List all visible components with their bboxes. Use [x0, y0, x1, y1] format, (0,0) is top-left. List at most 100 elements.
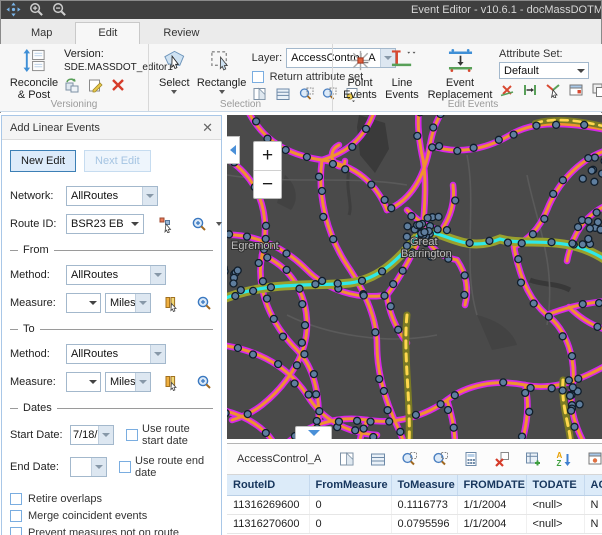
delete-version-icon[interactable]: [110, 77, 126, 93]
start-date-combo[interactable]: 7/18/: [70, 425, 114, 445]
window-title: Event Editor - v10.6.1 - docMassDOTM: [67, 4, 602, 16]
route-zoom-icon[interactable]: [191, 216, 208, 233]
reconcile-post-button[interactable]: Reconcile & Post: [6, 47, 62, 99]
delete-event-icon[interactable]: [499, 82, 515, 98]
attribute-list-icon[interactable]: [369, 450, 387, 468]
new-edit-button[interactable]: New Edit: [10, 150, 76, 172]
to-unit-combo[interactable]: Miles: [105, 372, 151, 392]
from-method-combo-arrow-icon[interactable]: [150, 266, 165, 284]
retire-overlaps-checkbox[interactable]: [10, 493, 22, 505]
select-route-on-map-icon[interactable]: [158, 216, 175, 233]
col-tomeasure[interactable]: ToMeasure: [391, 475, 457, 496]
cell: 0.1116773: [391, 496, 457, 515]
col-ac[interactable]: AC: [584, 475, 602, 496]
from-unit-combo-arrow-icon[interactable]: [135, 294, 150, 312]
map-zoom-out-button[interactable]: −: [254, 170, 281, 198]
to-method-combo[interactable]: AllRoutes: [66, 344, 166, 364]
to-measure-zoom-icon[interactable]: [196, 374, 213, 391]
pan-selected-icon[interactable]: [431, 450, 449, 468]
col-frommeasure[interactable]: FromMeasure: [309, 475, 391, 496]
copy-event-icon[interactable]: [591, 82, 602, 98]
use-route-start-date-checkbox[interactable]: [126, 429, 138, 441]
collapse-panel-left-button[interactable]: [227, 136, 240, 164]
return-attribute-set-checkbox[interactable]: [252, 71, 264, 83]
network-combo-arrow-icon[interactable]: [142, 187, 157, 205]
event-replacement-button[interactable]: Event Replacement: [423, 47, 497, 99]
select-dropdown-icon[interactable]: [171, 90, 177, 94]
map-canvas: Egremont Great Barrington: [227, 115, 602, 439]
to-measure-picker-icon[interactable]: [163, 374, 180, 391]
event-window-icon[interactable]: [568, 82, 584, 98]
collapse-table-button[interactable]: [295, 426, 332, 439]
event-replacement-icon: [444, 48, 477, 76]
ribbon: Reconcile & Post Version: SDE.MASSDOT_ed…: [0, 44, 602, 112]
col-fromdate[interactable]: FROMDATE: [457, 475, 526, 496]
select-button[interactable]: Select: [155, 47, 194, 99]
next-edit-button[interactable]: Next Edit: [84, 150, 151, 172]
network-combo[interactable]: AllRoutes: [66, 186, 158, 206]
from-measure-picker-icon[interactable]: [163, 295, 180, 312]
to-unit-combo-arrow-icon[interactable]: [135, 373, 150, 391]
from-method-value: AllRoutes: [67, 269, 150, 281]
attribute-set-combo[interactable]: Default: [499, 62, 589, 79]
route-id-combo-arrow-icon[interactable]: [128, 215, 143, 233]
end-date-combo[interactable]: [70, 457, 107, 477]
map-view[interactable]: Egremont Great Barrington + −: [227, 115, 602, 439]
cell: N: [584, 515, 602, 534]
event-editor-window: Event Editor - v10.6.1 - docMassDOTM Map…: [0, 0, 602, 535]
cell: <null>: [526, 515, 584, 534]
new-version-icon[interactable]: [87, 77, 103, 93]
chevron-left-icon: [230, 145, 236, 155]
cell: 0.0795596: [391, 515, 457, 534]
route-id-combo[interactable]: BSR23 EB: [66, 214, 144, 234]
add-records-icon[interactable]: [524, 450, 542, 468]
tab-map[interactable]: Map: [8, 22, 75, 44]
dates-section-legend: Dates: [10, 402, 213, 414]
split-event-icon[interactable]: [522, 82, 538, 98]
col-routeid[interactable]: RouteID: [227, 475, 309, 496]
post-version-icon[interactable]: [64, 77, 80, 93]
from-measure-combo-arrow-icon[interactable]: [85, 294, 100, 312]
select-shape-icon[interactable]: [338, 450, 356, 468]
from-measure-combo[interactable]: [66, 293, 101, 313]
to-measure-combo[interactable]: [66, 372, 101, 392]
pan-icon[interactable]: [6, 2, 21, 17]
to-measure-combo-arrow-icon[interactable]: [85, 373, 100, 391]
zoom-in-icon[interactable]: [29, 2, 44, 17]
zoom-selected-icon[interactable]: [400, 450, 418, 468]
use-route-end-date-checkbox[interactable]: [119, 461, 131, 473]
identify-icon[interactable]: [586, 450, 602, 468]
start-date-combo-arrow-icon[interactable]: [98, 426, 113, 444]
delete-selected-icon[interactable]: [493, 450, 511, 468]
rectangle-dropdown-icon[interactable]: [219, 90, 225, 94]
to-method-combo-arrow-icon[interactable]: [150, 345, 165, 363]
point-events-button[interactable]: Point Events: [339, 47, 381, 99]
sort-icon[interactable]: AZ: [555, 450, 573, 468]
route-zoom-dropdown-icon[interactable]: [216, 222, 222, 226]
cell: 11316269600: [227, 496, 309, 515]
from-method-combo[interactable]: AllRoutes: [66, 265, 166, 285]
network-value: AllRoutes: [67, 190, 142, 202]
col-todate[interactable]: TODATE: [526, 475, 584, 496]
panel-close-icon[interactable]: ✕: [202, 121, 213, 134]
prevent-measures-checkbox[interactable]: [10, 527, 22, 535]
table-row[interactable]: 11316269600 0 0.1116773 1/1/2004 <null> …: [227, 496, 602, 515]
cell: 11316270600: [227, 515, 309, 534]
line-events-button[interactable]: Line Events: [381, 47, 423, 99]
merge-coincident-events-checkbox[interactable]: [10, 510, 22, 522]
calculator-icon[interactable]: [462, 450, 480, 468]
end-date-combo-arrow-icon[interactable]: [91, 458, 106, 476]
from-method-label: Method:: [10, 269, 62, 281]
tab-review[interactable]: Review: [140, 22, 222, 44]
tab-edit[interactable]: Edit: [75, 22, 140, 44]
map-zoom-in-button[interactable]: +: [254, 142, 281, 170]
merge-event-icon[interactable]: [545, 82, 561, 98]
rectangle-button[interactable]: Rectangle: [194, 47, 250, 99]
table-row[interactable]: 11316270600 0 0.0795596 1/1/2004 <null> …: [227, 515, 602, 534]
route-id-value: BSR23 EB: [67, 218, 128, 230]
zoom-out-icon[interactable]: [52, 2, 67, 17]
from-measure-zoom-icon[interactable]: [196, 295, 213, 312]
versioning-group-label: Versioning: [0, 99, 148, 110]
from-unit-combo[interactable]: Miles: [105, 293, 151, 313]
attribute-set-combo-arrow-icon[interactable]: [573, 63, 588, 78]
